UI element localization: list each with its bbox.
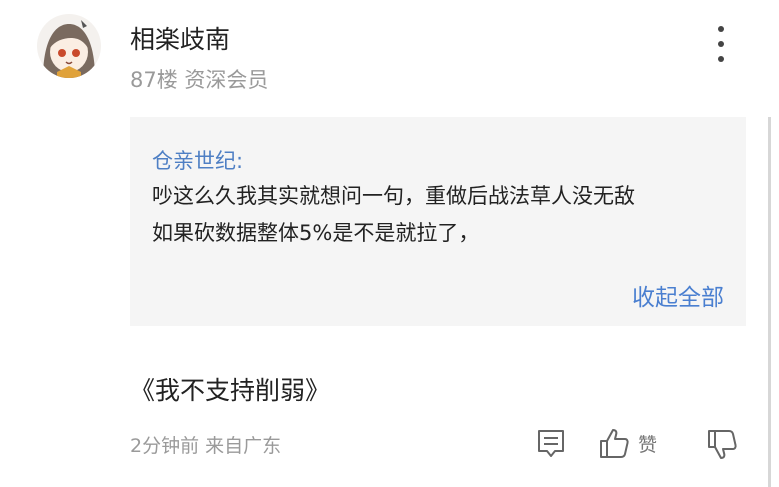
- quote-text-line: 如果砍数据整体5%是不是就拉了，: [152, 221, 480, 245]
- floor-number: 87楼: [130, 68, 178, 92]
- comment-text: 《我不支持削弱》: [130, 376, 331, 405]
- user-meta: 87楼 资深会员: [130, 64, 268, 94]
- reply-button[interactable]: [536, 428, 568, 460]
- dislike-button[interactable]: [706, 428, 738, 462]
- scrollbar[interactable]: [768, 117, 771, 487]
- more-vertical-icon: [718, 26, 724, 32]
- more-options-button[interactable]: [708, 26, 734, 62]
- more-vertical-icon-dot: [718, 41, 724, 47]
- more-vertical-icon-dot: [718, 56, 724, 62]
- thumbs-down-icon: [708, 430, 737, 459]
- quote-text-line: 吵这么久我其实就想问一句，重做后战法草人没无敌: [152, 184, 635, 208]
- username[interactable]: 相楽歧南: [130, 20, 230, 56]
- like-button[interactable]: 赞: [598, 426, 657, 460]
- quote-author[interactable]: 仓亲世纪:: [152, 145, 243, 175]
- collapse-all-link[interactable]: 收起全部: [632, 278, 724, 312]
- comment-icon: [538, 430, 564, 457]
- quoted-comment: 仓亲世纪: 吵这么久我其实就想问一句，重做后战法草人没无敌 如果砍数据整体5%是…: [130, 117, 746, 326]
- comment-time: 2分钟前: [130, 435, 200, 457]
- comment-meta: 2分钟前 来自广东: [130, 431, 281, 458]
- member-level: 资深会员: [184, 68, 269, 92]
- avatar[interactable]: [37, 14, 101, 78]
- thumbs-up-icon: [600, 429, 629, 458]
- comment-location: 来自广东: [205, 435, 282, 457]
- like-label: 赞: [638, 433, 658, 456]
